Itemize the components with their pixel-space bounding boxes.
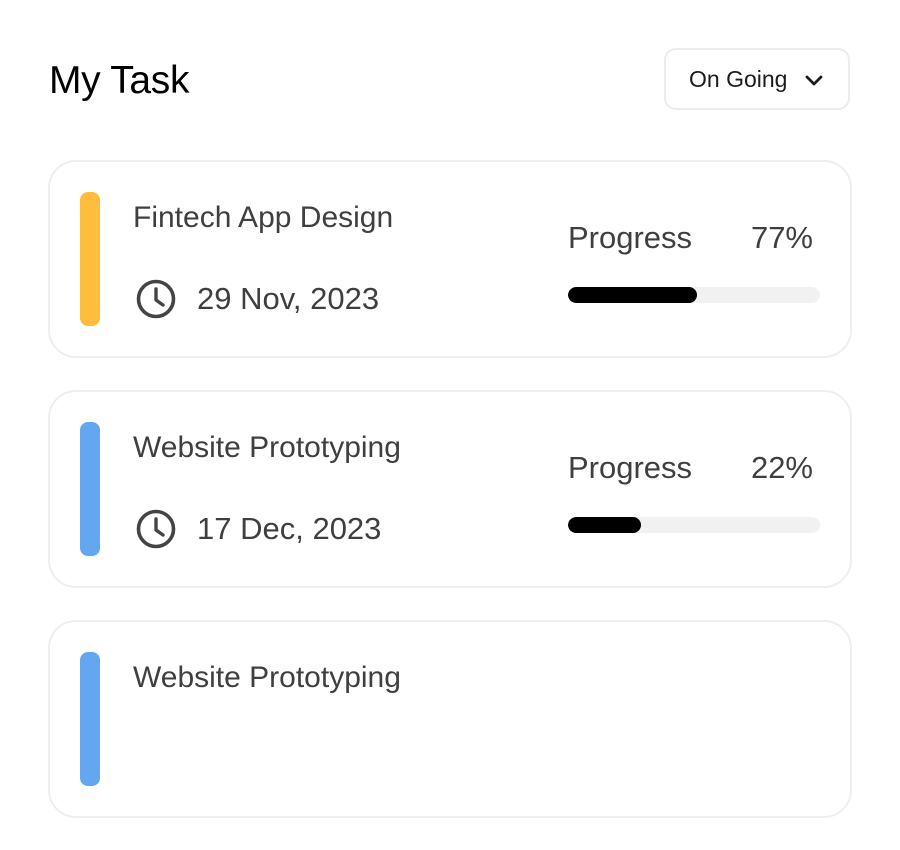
task-accent-bar — [80, 422, 100, 556]
task-accent-bar — [80, 192, 100, 326]
progress-label: Progress — [568, 450, 693, 485]
progress-bar — [568, 517, 820, 533]
progress-value: 22% — [750, 450, 813, 485]
page-title: My Task — [49, 59, 190, 102]
progress-label: Progress — [568, 220, 693, 255]
task-title: Website Prototyping — [133, 431, 401, 464]
status-filter-label: On Going — [689, 65, 788, 92]
task-date: 29 Nov, 2023 — [197, 281, 380, 316]
task-date-row: 17 Dec, 2023 — [135, 508, 381, 550]
task-title: Website Prototyping — [133, 661, 401, 694]
task-accent-bar — [80, 652, 100, 786]
progress-bar — [568, 287, 820, 303]
task-card[interactable]: Website Prototyping 17 Dec, 2023 Progres… — [48, 390, 852, 588]
chevron-down-icon — [805, 75, 823, 86]
progress-bar-fill — [568, 287, 697, 303]
status-filter-dropdown[interactable]: On Going — [664, 48, 850, 110]
clock-icon — [136, 279, 176, 319]
progress-value: 77% — [750, 220, 813, 255]
task-title: Fintech App Design — [133, 201, 394, 234]
task-list: Fintech App Design 29 Nov, 2023 Progress… — [48, 160, 852, 850]
task-card[interactable]: Fintech App Design 29 Nov, 2023 Progress… — [48, 160, 852, 358]
progress-bar-fill — [568, 517, 642, 533]
task-date-row: 29 Nov, 2023 — [135, 278, 379, 320]
clock-icon — [136, 509, 176, 549]
task-date: 17 Dec, 2023 — [197, 511, 382, 546]
task-card[interactable]: Website Prototyping — [48, 620, 852, 818]
